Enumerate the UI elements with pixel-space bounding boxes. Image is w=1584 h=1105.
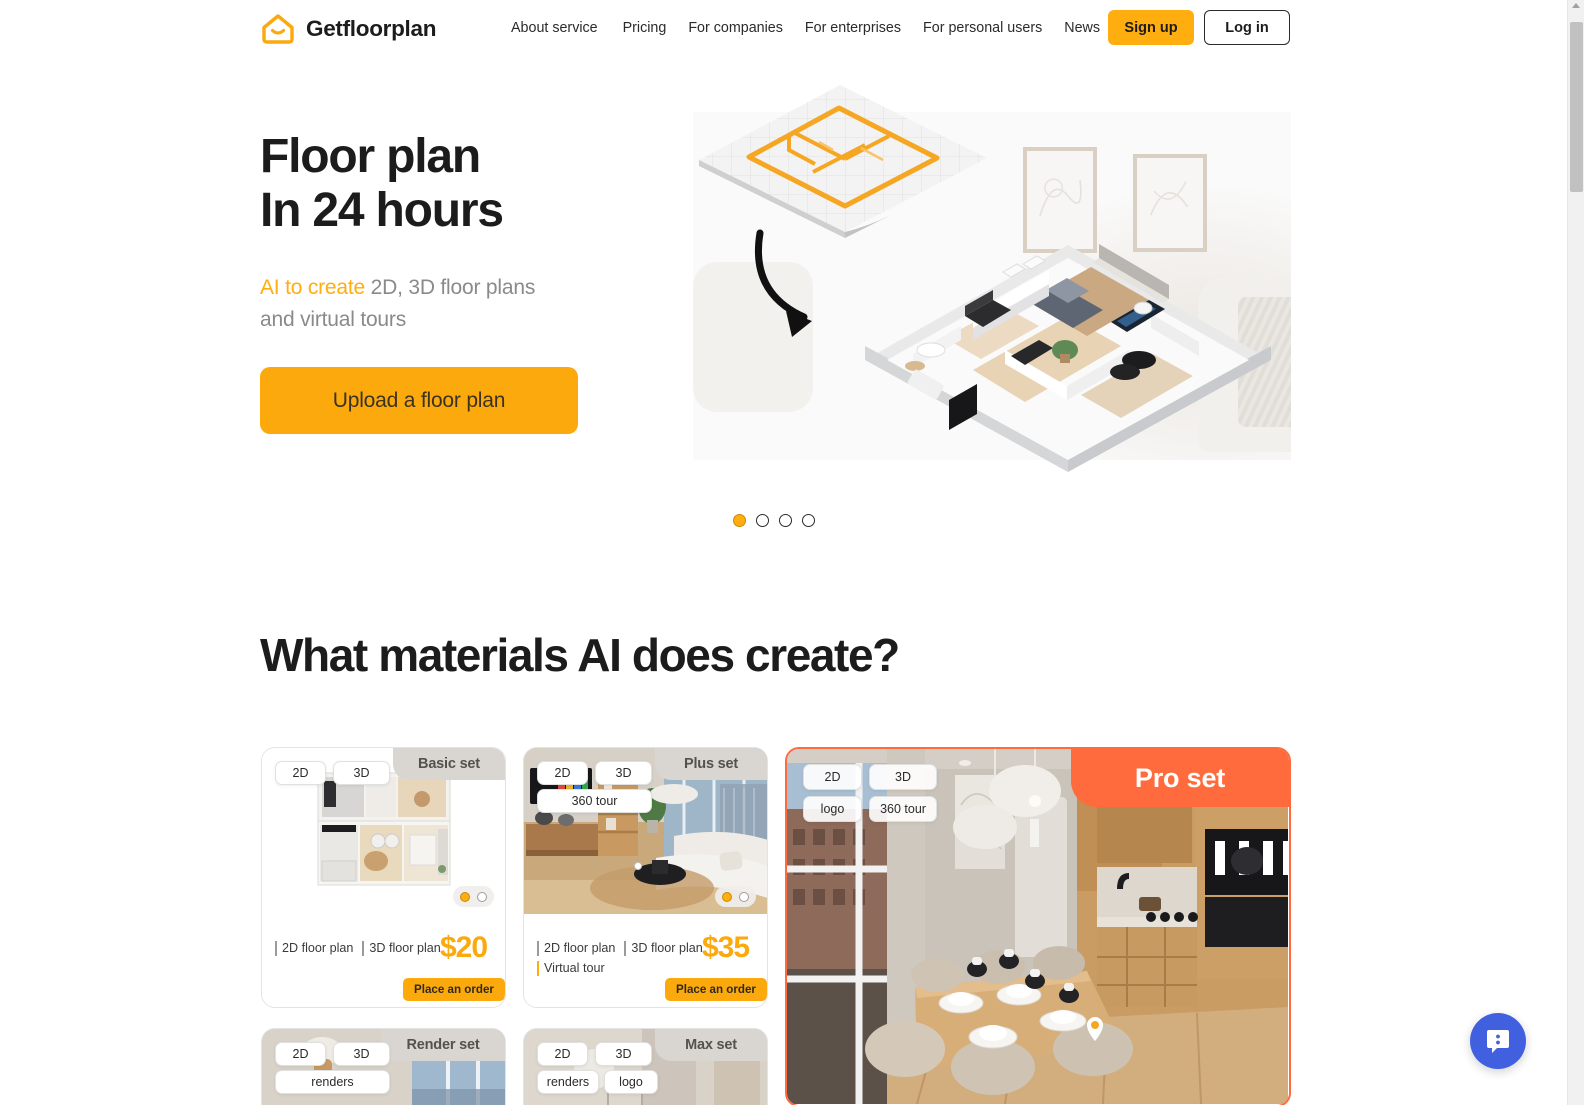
plus-card-features-row2: Virtual tour — [537, 961, 614, 976]
hero-title: Floor plan In 24 hours — [260, 130, 504, 238]
site-header: Getfloorplan About service Pricing For c… — [0, 0, 1567, 56]
basic-chip-2d[interactable]: 2D — [275, 761, 326, 785]
pricing-card-basic[interactable]: Basic set 2D 3D 2D floor plan 3D floor p… — [261, 747, 506, 1008]
plus-feature-2d: 2D floor plan — [537, 941, 615, 956]
upload-floor-plan-button[interactable]: Upload a floor plan — [260, 367, 578, 434]
brand-logo[interactable]: Getfloorplan — [261, 13, 436, 45]
render-chip-3d[interactable]: 3D — [333, 1042, 390, 1066]
render-card-badge: Render set — [381, 1029, 505, 1061]
hero-title-line1: Floor plan — [260, 130, 481, 183]
page-scrollbar[interactable] — [1567, 0, 1584, 1105]
basic-place-order-button[interactable]: Place an order — [403, 978, 505, 1001]
nav-item-pricing[interactable]: Pricing — [623, 18, 689, 38]
max-card-badge: Max set — [655, 1029, 767, 1061]
pricing-card-render[interactable]: Render set 2D 3D renders — [261, 1028, 506, 1105]
plus-mini-dot-2[interactable] — [739, 891, 749, 902]
brand-name: Getfloorplan — [306, 16, 437, 41]
materials-section-title: What materials AI does create? — [260, 629, 900, 681]
render-chip-renders[interactable]: renders — [275, 1070, 390, 1094]
scroll-up-arrow-icon[interactable] — [1572, 3, 1580, 8]
basic-feature-3d: 3D floor plan — [362, 941, 441, 956]
hero-carousel-dots — [733, 514, 815, 527]
transform-arrow-icon — [754, 229, 812, 337]
nav-item-for-personal-users[interactable]: For personal users — [923, 18, 1064, 38]
nav-item-for-companies[interactable]: For companies — [688, 18, 805, 38]
hero-carousel-dot-2[interactable] — [756, 514, 769, 527]
pro-card-badge: Pro set — [1071, 749, 1289, 807]
plus-card-mini-carousel — [715, 886, 756, 907]
plus-chip-360-tour[interactable]: 360 tour — [537, 789, 652, 813]
basic-card-mini-carousel — [453, 886, 494, 907]
hero-carousel-dot-3[interactable] — [779, 514, 792, 527]
pricing-card-plus[interactable]: Plus set 2D 3D 360 tour 2D floor plan 3D… — [523, 747, 768, 1008]
max-chip-renders[interactable]: renders — [537, 1070, 599, 1094]
plus-card-features-row1: 2D floor plan 3D floor plan — [537, 941, 712, 956]
hero-carousel-dot-4[interactable] — [802, 514, 815, 527]
chat-bubble-icon — [1487, 1030, 1509, 1053]
basic-card-price: $20 — [440, 931, 488, 964]
plus-feature-3d: 3D floor plan — [624, 941, 703, 956]
pro-chip-logo[interactable]: logo — [803, 796, 862, 822]
basic-card-badge: Basic set — [393, 748, 505, 780]
scrollbar-thumb[interactable] — [1570, 22, 1583, 192]
log-in-button[interactable]: Log in — [1204, 10, 1290, 45]
max-chip-logo[interactable]: logo — [604, 1070, 658, 1094]
hero-subtitle-line2: and virtual tours — [260, 308, 407, 331]
basic-card-footer: 2D floor plan 3D floor plan $20 Place an… — [262, 914, 505, 1007]
plus-chip-2d[interactable]: 2D — [537, 761, 588, 785]
basic-card-features: 2D floor plan 3D floor plan — [275, 941, 450, 956]
sign-up-button[interactable]: Sign up — [1108, 10, 1194, 45]
plus-card-price: $35 — [702, 931, 750, 964]
max-chip-3d[interactable]: 3D — [595, 1042, 652, 1066]
hero-subtitle: AI to create 2D, 3D floor plans and virt… — [260, 272, 535, 336]
plus-mini-dot-1[interactable] — [722, 891, 732, 902]
nav-item-about-service[interactable]: About service — [511, 18, 623, 38]
pricing-card-pro[interactable]: Pro set 2D 3D logo 360 tour — [785, 747, 1291, 1105]
basic-feature-2d: 2D floor plan — [275, 941, 353, 956]
max-chip-2d[interactable]: 2D — [537, 1042, 588, 1066]
hero-subtitle-rest: 2D, 3D floor plans — [365, 276, 536, 299]
hero-subtitle-accent: AI to create — [260, 276, 365, 299]
plus-feature-virtual-tour: Virtual tour — [537, 961, 605, 976]
plus-place-order-button[interactable]: Place an order — [665, 978, 767, 1001]
2d-floorplan-paper — [699, 85, 987, 238]
hero-carousel-dot-1[interactable] — [733, 514, 746, 527]
plus-card-footer: 2D floor plan 3D floor plan Virtual tour… — [524, 914, 767, 1007]
page-root: Getfloorplan About service Pricing For c… — [0, 0, 1584, 1105]
basic-chip-3d[interactable]: 3D — [333, 761, 390, 785]
hero-illustration — [693, 80, 1291, 492]
main-nav: About service Pricing For companies For … — [511, 18, 1122, 38]
pricing-card-max[interactable]: Max set 2D 3D renders logo — [523, 1028, 768, 1105]
pro-chip-3d[interactable]: 3D — [869, 764, 937, 790]
3d-floorplan-model — [865, 244, 1271, 472]
nav-item-for-enterprises[interactable]: For enterprises — [805, 18, 923, 38]
pro-chip-360-tour[interactable]: 360 tour — [869, 796, 937, 822]
plus-card-badge: Plus set — [655, 748, 767, 780]
render-chip-2d[interactable]: 2D — [275, 1042, 326, 1066]
basic-mini-dot-1[interactable] — [460, 891, 470, 902]
pro-chip-2d[interactable]: 2D — [803, 764, 862, 790]
plus-chip-3d[interactable]: 3D — [595, 761, 652, 785]
house-icon — [262, 14, 294, 44]
basic-mini-dot-2[interactable] — [477, 891, 487, 902]
chat-widget-button[interactable] — [1470, 1013, 1526, 1069]
hero-title-line2: In 24 hours — [260, 184, 504, 237]
